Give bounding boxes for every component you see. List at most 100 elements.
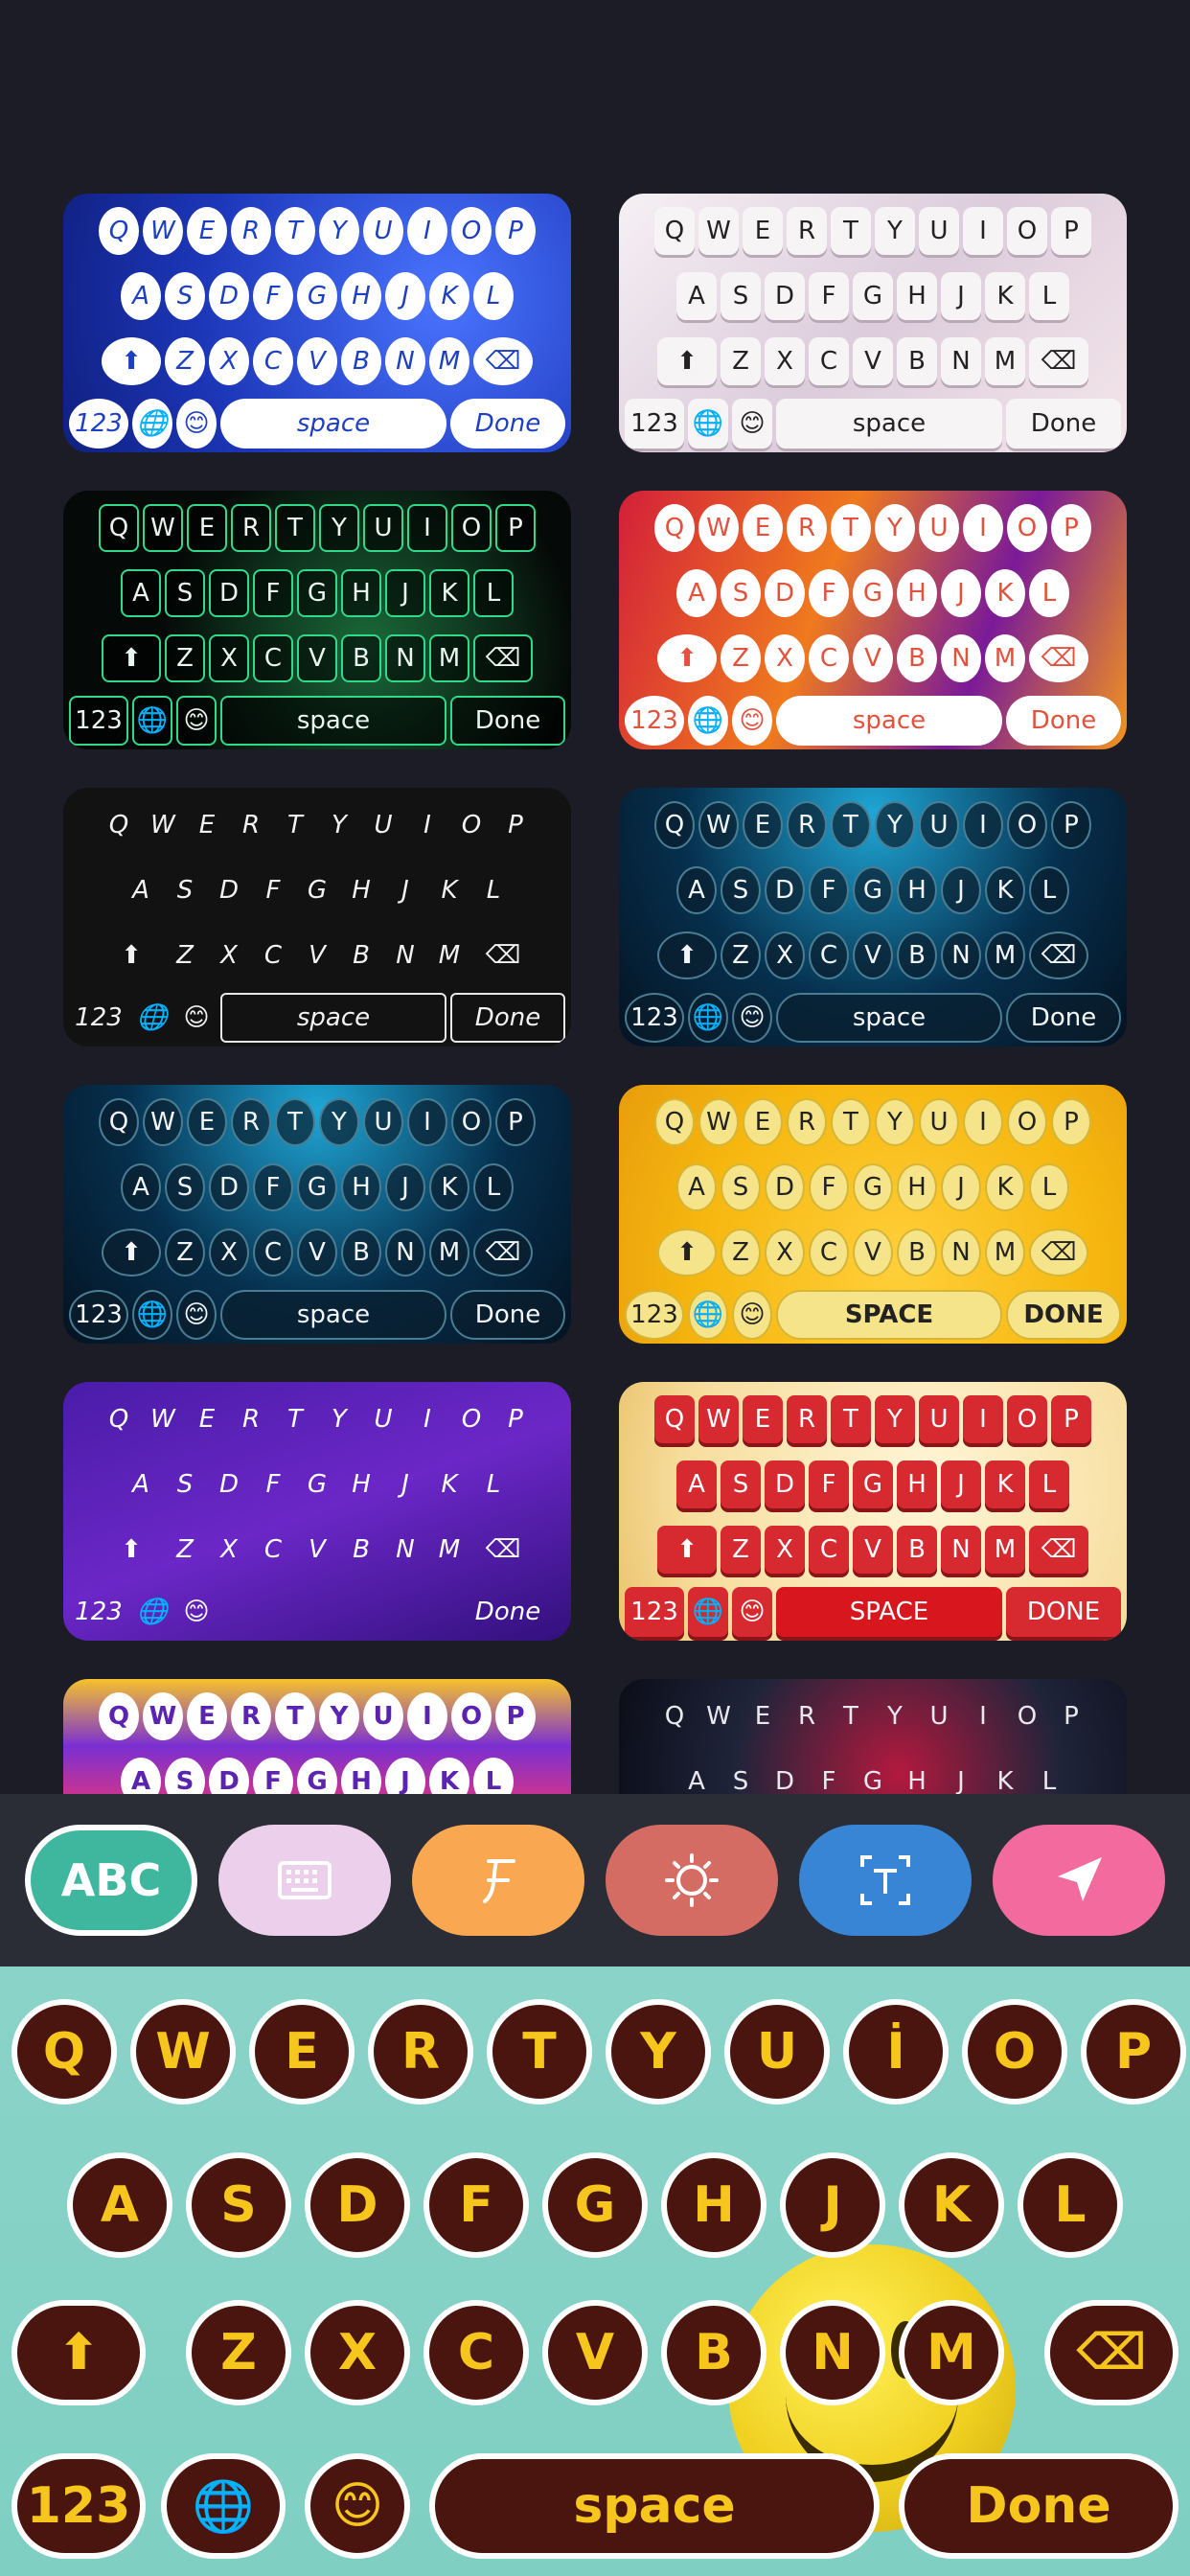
- key-e[interactable]: E: [249, 1999, 355, 2104]
- key: T: [287, 1405, 303, 1434]
- key: V: [853, 337, 893, 385]
- key-row: ⬆ Z X C V B N M ⌫: [69, 634, 565, 690]
- key: G: [297, 1163, 337, 1211]
- effect-button[interactable]: [606, 1825, 778, 1936]
- key: H: [352, 876, 371, 905]
- key-s[interactable]: S: [186, 2152, 291, 2258]
- key: F: [265, 876, 281, 905]
- theme-card[interactable]: Q W E R T Y U I O P A S D F G H J K L ⬆ Z X C V B N M ⌫ 123 🌐 😊 space Do…: [63, 1085, 571, 1344]
- key: I: [979, 1702, 987, 1731]
- key-o[interactable]: O: [962, 1999, 1067, 2104]
- key-a[interactable]: A: [67, 2152, 172, 2258]
- font-button[interactable]: [412, 1825, 584, 1936]
- key-row: QWERTYUIOP: [625, 1395, 1121, 1451]
- key-y[interactable]: Y: [606, 1999, 711, 2104]
- key-k[interactable]: K: [899, 2152, 1004, 2258]
- key-c[interactable]: C: [423, 2300, 529, 2405]
- key-row: ASDFGHJKL: [69, 866, 565, 922]
- key-l[interactable]: L: [1018, 2152, 1123, 2258]
- space-key: SPACE: [776, 1587, 1002, 1637]
- key: N: [396, 1535, 415, 1564]
- theme-card[interactable]: Q W E R T Y U I O P A S D F G H J K L ⬆ Z X C V B N M ⌫ 123 🌐 😊 space Do…: [63, 491, 571, 749]
- key: L: [486, 876, 501, 905]
- key: S: [165, 1163, 205, 1211]
- theme-card[interactable]: Q W E R T Y U I O P A S D F G H J K L ⬆ Z X C V B N M ⌫ 123 🌐 😊 Done: [63, 1382, 571, 1641]
- globe-icon: 🌐: [132, 1290, 172, 1340]
- key-row: ASDFGHJKL: [69, 1163, 565, 1219]
- key-h[interactable]: H: [661, 2152, 767, 2258]
- key-w[interactable]: W: [130, 1999, 236, 2104]
- key: Z: [721, 932, 761, 979]
- theme-card[interactable]: Q W E R T Y U I O P A S D F G H J K L ⬆ Z X C V B N M ⌫ 123 🌐 😊 space Do…: [619, 194, 1127, 452]
- key-row: 123 🌐 😊 SPACE DONE: [625, 1587, 1121, 1641]
- key: E: [743, 801, 783, 849]
- key: E: [187, 504, 227, 552]
- text-button[interactable]: [799, 1825, 972, 1936]
- key: S: [721, 272, 761, 320]
- key-d[interactable]: D: [305, 2152, 410, 2258]
- key: A: [121, 1163, 161, 1211]
- theme-card[interactable]: Q W E R T Y U I O P A S D F G H J K L ⬆ Z X C V B N M ⌫ 123 🌐 😊 SPACE DO…: [619, 1085, 1127, 1344]
- key-v[interactable]: V: [542, 2300, 648, 2405]
- key-m[interactable]: M: [899, 2300, 1004, 2405]
- key-b[interactable]: B: [661, 2300, 767, 2405]
- key: L: [1029, 569, 1069, 617]
- space-key: space: [220, 993, 446, 1043]
- key-z[interactable]: Z: [186, 2300, 291, 2405]
- key: D: [209, 1163, 249, 1211]
- key-row: 123 🌐 😊 space Done: [69, 696, 565, 749]
- theme-card[interactable]: QWERTYUIOPASDFGHJKL: [63, 1679, 571, 1813]
- send-button[interactable]: [993, 1825, 1165, 1936]
- key-row: ASDFGHJKL: [69, 569, 565, 625]
- key: I: [423, 1405, 431, 1434]
- key: R: [241, 1405, 261, 1434]
- theme-card[interactable]: Q W E R T Y U I O P A S D F G H J K L ⬆ Z X C V B N M ⌫ 123 🌐 😊 space Do…: [63, 194, 571, 452]
- key-u[interactable]: U: [724, 1999, 830, 2104]
- emoji-icon: 😊: [732, 1290, 772, 1340]
- shift-key[interactable]: ⬆: [11, 2300, 146, 2405]
- theme-card[interactable]: Q W E R T Y U I O P A S D F G H J K L ⬆ Z X C V B N M ⌫ 123 🌐 😊 space Do…: [619, 788, 1127, 1046]
- space-key[interactable]: space: [429, 2453, 880, 2559]
- globe-icon: 🌐: [688, 1290, 728, 1340]
- done-key[interactable]: Done: [899, 2453, 1179, 2559]
- key-q[interactable]: Q: [11, 1999, 117, 2104]
- abc-button[interactable]: ABC: [25, 1825, 197, 1936]
- key-row: ASDFGHJKL: [625, 569, 1121, 625]
- numbers-key[interactable]: 123: [11, 2453, 146, 2559]
- key-row: ASDFGHJKL: [625, 1163, 1121, 1219]
- key-g[interactable]: G: [542, 2152, 648, 2258]
- key: D: [765, 272, 805, 320]
- theme-card[interactable]: Q W E R T Y U I O P A S D F G H J K L ⬆ Z X C V B N M ⌫ 123 🌐 😊 SPACE DO…: [619, 1382, 1127, 1641]
- key-t[interactable]: T: [487, 1999, 592, 2104]
- key-x[interactable]: X: [305, 2300, 410, 2405]
- key: Q: [664, 1702, 685, 1731]
- backspace-key[interactable]: ⌫: [1044, 2300, 1179, 2405]
- theme-card[interactable]: Q W E R T Y U I O P A S D F G H J K L ⬆ Z X C V B N M ⌫ 123 🌐 😊 space Do…: [619, 491, 1127, 749]
- key: W: [698, 801, 739, 849]
- key: I: [963, 1395, 1003, 1443]
- key-j[interactable]: J: [780, 2152, 885, 2258]
- key-n[interactable]: N: [780, 2300, 885, 2405]
- key: V: [309, 1535, 326, 1564]
- theme-card[interactable]: QWERTYUIOPASDFGHJKL: [619, 1679, 1127, 1813]
- key: N: [941, 634, 981, 682]
- key: R: [787, 207, 827, 255]
- globe-key[interactable]: 🌐: [161, 2453, 286, 2559]
- key-f[interactable]: F: [423, 2152, 529, 2258]
- key-row: QWERTYUIOP: [625, 1692, 1121, 1748]
- key-row: ASDFGHJKL: [625, 866, 1121, 922]
- key: A: [676, 1163, 717, 1211]
- emoji-key[interactable]: 😊: [305, 2453, 410, 2559]
- key: N: [941, 337, 981, 385]
- key: F: [809, 866, 849, 914]
- key-i̇[interactable]: İ: [843, 1999, 949, 2104]
- keyboard-button[interactable]: [218, 1825, 391, 1936]
- key: H: [897, 1460, 937, 1508]
- key-p[interactable]: P: [1081, 1999, 1186, 2104]
- key: E: [743, 1098, 783, 1146]
- key: I: [407, 207, 447, 255]
- key: E: [743, 504, 783, 552]
- key-row: ⬆ Z X C V B N M ⌫: [69, 337, 565, 393]
- theme-card[interactable]: Q W E R T Y U I O P A S D F G H J K L ⬆ Z X C V B N M ⌫ 123 🌐 😊 space Do…: [63, 788, 571, 1046]
- key-r[interactable]: R: [368, 1999, 473, 2104]
